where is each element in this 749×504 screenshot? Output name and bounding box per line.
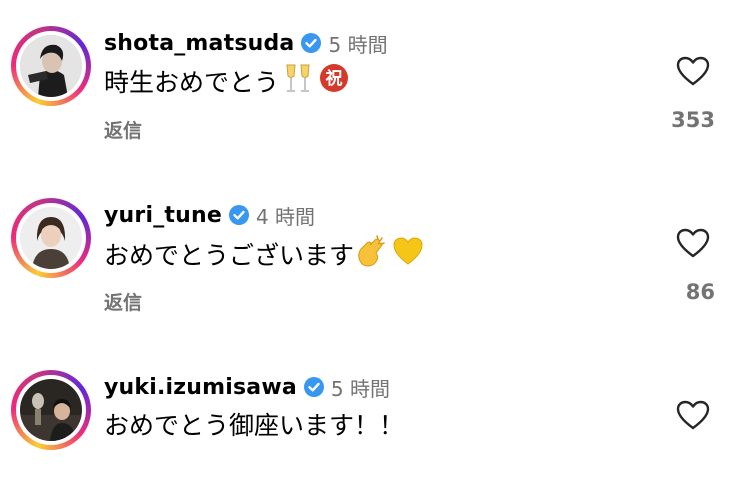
- avatar[interactable]: [20, 35, 82, 97]
- yellow-heart-icon: [392, 236, 424, 272]
- story-ring[interactable]: [11, 198, 91, 278]
- avatar[interactable]: [20, 207, 82, 269]
- comment-text: おめでとうございます: [104, 234, 424, 274]
- verified-badge-icon: [228, 204, 250, 226]
- clinking-glasses-icon: [283, 62, 313, 100]
- verified-badge-icon: [300, 32, 322, 54]
- comment-text: おめでとう御座います！！: [104, 406, 404, 442]
- congratulations-ideograph-icon: 祝: [319, 63, 349, 99]
- comment-item: shota_matsuda 5 時間 時生おめでとう 祝 返信 353: [0, 0, 749, 160]
- comment-text: 時生おめでとう 祝: [104, 62, 349, 100]
- like-heart-icon[interactable]: [676, 228, 710, 258]
- timestamp: 5 時間: [330, 376, 391, 401]
- username[interactable]: shota_matsuda: [104, 31, 294, 56]
- story-ring[interactable]: [11, 370, 91, 450]
- clapping-hands-icon: [354, 234, 388, 274]
- username[interactable]: yuki.izumisawa: [104, 375, 297, 400]
- comment-body: おめでとう御座います！！: [104, 411, 405, 440]
- avatar[interactable]: [20, 379, 82, 441]
- comment-item: yuki.izumisawa 5 時間 おめでとう御座います！！: [0, 344, 749, 504]
- like-heart-icon[interactable]: [676, 56, 710, 86]
- like-count: 353: [671, 108, 715, 132]
- like-count: 86: [685, 280, 715, 304]
- reply-button[interactable]: 返信: [104, 288, 142, 315]
- story-ring[interactable]: [11, 26, 91, 106]
- comment-body: おめでとうございます: [104, 241, 355, 270]
- timestamp: 5 時間: [328, 32, 388, 57]
- verified-badge-icon: [303, 376, 325, 398]
- username[interactable]: yuri_tune: [104, 203, 222, 228]
- congratulations-glyph: 祝: [326, 69, 343, 89]
- timestamp: 4 時間: [255, 204, 316, 229]
- like-heart-icon[interactable]: [676, 400, 710, 430]
- comment-body: 時生おめでとう: [104, 68, 280, 97]
- comment-item: yuri_tune 4 時間 おめでとうございます 返信 86: [0, 172, 749, 332]
- reply-button[interactable]: 返信: [104, 116, 142, 143]
